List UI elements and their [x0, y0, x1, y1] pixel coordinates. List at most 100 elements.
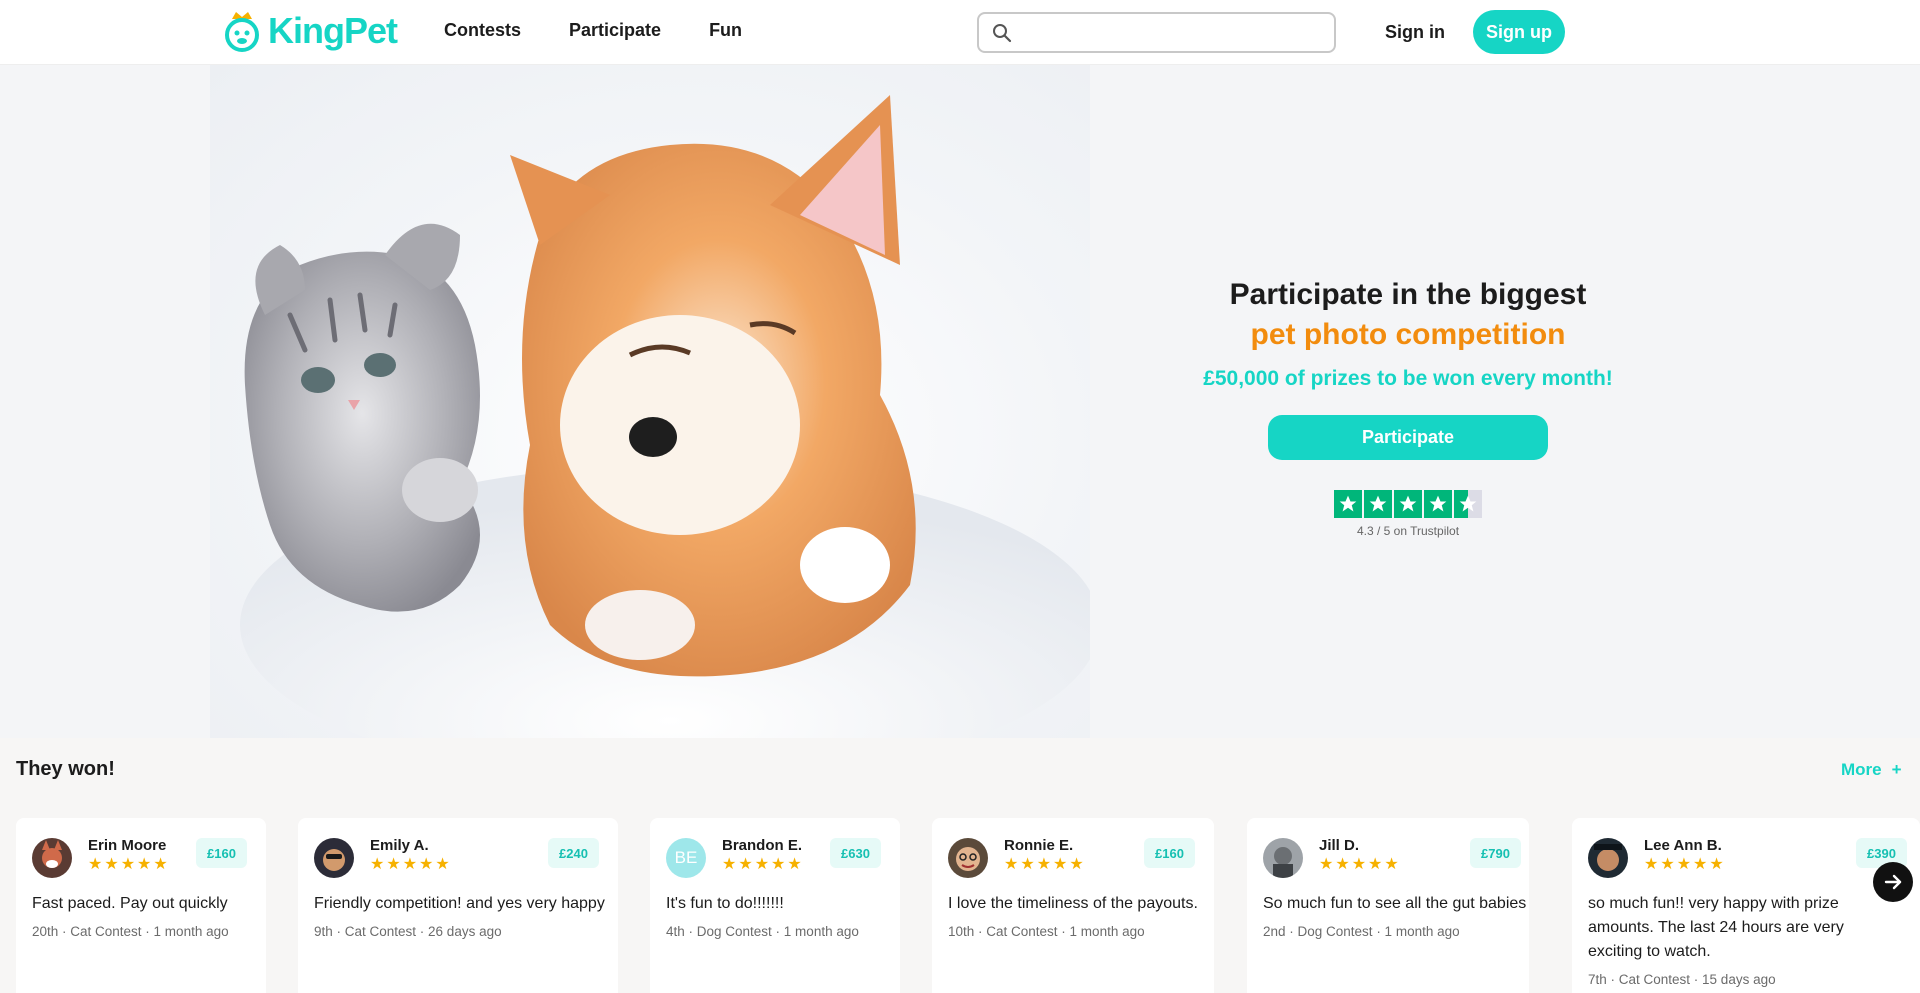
rating-stars: ★ ★ ★ ★ ★: [1004, 857, 1084, 873]
trustpilot-star-icon: [1394, 490, 1422, 518]
star-icon: ★: [1053, 856, 1068, 873]
star-icon: ★: [754, 856, 770, 873]
review-text: so much fun!! very happy with prize amou…: [1588, 895, 1844, 960]
prize-badge: £240: [548, 838, 599, 868]
signin-link[interactable]: Sign in: [1385, 22, 1445, 43]
review-card[interactable]: BE Brandon E. ★ ★ ★ ★ ★ £630 It's fun to do!…: [650, 818, 900, 993]
nav-contests[interactable]: Contests: [444, 20, 521, 41]
prize-badge: £790: [1470, 838, 1521, 868]
star-icon: ★: [1384, 856, 1399, 873]
star-icon: ★: [787, 856, 802, 873]
search-box[interactable]: [977, 12, 1336, 53]
star-icon: ★: [722, 856, 737, 873]
arrow-right-icon: [1884, 874, 1902, 890]
prize-badge: £630: [830, 838, 881, 868]
star-icon: ★: [402, 856, 418, 873]
carousel-next-button[interactable]: [1873, 862, 1913, 902]
kitten-and-puppy-illustration: [240, 95, 1090, 738]
star-icon: ★: [153, 856, 168, 873]
search-input[interactable]: [1023, 20, 1323, 46]
trustpilot-star-icon: [1364, 490, 1392, 518]
star-icon: ★: [1660, 856, 1675, 873]
star-icon: ★: [1069, 856, 1084, 873]
star-icon: ★: [370, 856, 385, 873]
prize-badge: £160: [196, 838, 247, 868]
plus-icon: +: [1891, 760, 1902, 779]
more-link[interactable]: More +: [1841, 760, 1902, 780]
review-card[interactable]: Emily A. ★ ★ ★ ★ ★ £240 Friendly competition…: [298, 818, 618, 993]
star-icon: ★: [88, 856, 103, 873]
star-icon: ★: [435, 856, 450, 873]
main-nav: Contests Participate Fun: [444, 20, 742, 41]
star-icon: ★: [1036, 856, 1052, 873]
star-icon: ★: [1335, 856, 1350, 873]
review-card[interactable]: Jill D. ★ ★ ★ ★ ★ £790 So much fun to see al…: [1247, 818, 1529, 993]
trustpilot-rating-text[interactable]: 4.3 / 5 on Trustpilot: [1160, 524, 1656, 538]
review-text: I love the timeliness of the payouts.: [948, 895, 1198, 912]
star-icon: ★: [1004, 856, 1019, 873]
rating-stars: ★ ★ ★ ★ ★: [88, 857, 168, 873]
star-icon: ★: [1693, 856, 1708, 873]
review-card[interactable]: Erin Moore ★ ★ ★ ★ ★ £160 Fast paced. Pay ou…: [16, 818, 266, 993]
star-icon: ★: [1709, 856, 1724, 873]
star-icon: ★: [738, 856, 753, 873]
reviewer-name: Ronnie E.: [1004, 837, 1074, 854]
hero-prize-text: £50,000 of prizes to be won every month!: [1203, 367, 1613, 390]
star-icon: ★: [1351, 856, 1367, 873]
star-icon: ★: [1319, 856, 1334, 873]
trustpilot-star-icon: [1334, 490, 1362, 518]
star-icon: ★: [1368, 856, 1383, 873]
hero-pet-image: [210, 65, 1090, 738]
review-meta: 20th · Cat Contest · 1 month ago: [32, 924, 229, 939]
review-meta: 7th · Cat Contest · 15 days ago: [1588, 972, 1776, 987]
review-text: So much fun to see all the gut babies: [1263, 895, 1527, 912]
participate-button[interactable]: Participate: [1268, 415, 1548, 460]
review-text: Friendly competition! and yes very happy: [314, 895, 605, 912]
reviewer-name: Brandon E.: [722, 837, 803, 854]
review-meta: 9th · Cat Contest · 26 days ago: [314, 924, 502, 939]
star-icon: ★: [1676, 856, 1692, 873]
nav-fun[interactable]: Fun: [709, 20, 742, 41]
winners-title: They won!: [16, 758, 115, 780]
winners-section: They won! More + Erin Moore ★ ★ ★ ★ ★ £160 F…: [0, 738, 1920, 993]
reviewer-name: Erin Moore: [88, 837, 167, 854]
review-card[interactable]: Lee Ann B. ★ ★ ★ ★ ★ £390 so much fun!! very…: [1572, 818, 1920, 993]
star-icon: ★: [104, 856, 119, 873]
star-icon: ★: [137, 856, 152, 873]
avatar: [1263, 838, 1303, 878]
star-icon: ★: [419, 856, 434, 873]
star-icon: ★: [386, 856, 401, 873]
avatar: [948, 838, 988, 878]
review-card[interactable]: Ronnie E. ★ ★ ★ ★ ★ £160 I love the timeline…: [932, 818, 1214, 993]
avatar: [1588, 838, 1628, 878]
top-header: KingPet Contests Participate Fun Sign in…: [0, 0, 1920, 65]
hero-title-highlight: pet photo competition: [1250, 318, 1566, 351]
review-text: Fast paced. Pay out quickly: [32, 895, 228, 912]
hero-title: Participate in the biggest: [1229, 278, 1587, 311]
rating-stars: ★ ★ ★ ★ ★: [1644, 857, 1724, 873]
trustpilot-stars[interactable]: [1332, 490, 1484, 518]
reviewer-name: Jill D.: [1319, 837, 1360, 854]
hero-copy: Participate in the biggest pet photo com…: [1160, 275, 1656, 538]
trustpilot-star-icon: [1424, 490, 1452, 518]
logo-icon: [225, 12, 259, 52]
avatar: BE: [666, 838, 706, 878]
rating-stars: ★ ★ ★ ★ ★: [370, 857, 450, 873]
nav-participate[interactable]: Participate: [569, 20, 661, 41]
reviewer-name: Emily A.: [370, 837, 429, 854]
logo-text: KingPet: [268, 10, 398, 51]
kingpet-logo[interactable]: KingPet: [224, 6, 398, 56]
signup-button[interactable]: Sign up: [1473, 10, 1565, 54]
review-meta: 4th · Dog Contest · 1 month ago: [666, 924, 859, 939]
search-icon: [993, 24, 1012, 43]
avatar: [32, 838, 72, 878]
trustpilot-half-star-icon: [1454, 490, 1482, 518]
reviewer-name: Lee Ann B.: [1644, 837, 1722, 854]
review-text: It's fun to do!!!!!!!: [666, 895, 784, 912]
avatar: [314, 838, 354, 878]
more-label: More: [1841, 760, 1882, 779]
star-icon: ★: [120, 856, 136, 873]
review-meta: 2nd · Dog Contest · 1 month ago: [1263, 924, 1460, 939]
review-meta: 10th · Cat Contest · 1 month ago: [948, 924, 1145, 939]
rating-stars: ★ ★ ★ ★ ★: [722, 857, 802, 873]
